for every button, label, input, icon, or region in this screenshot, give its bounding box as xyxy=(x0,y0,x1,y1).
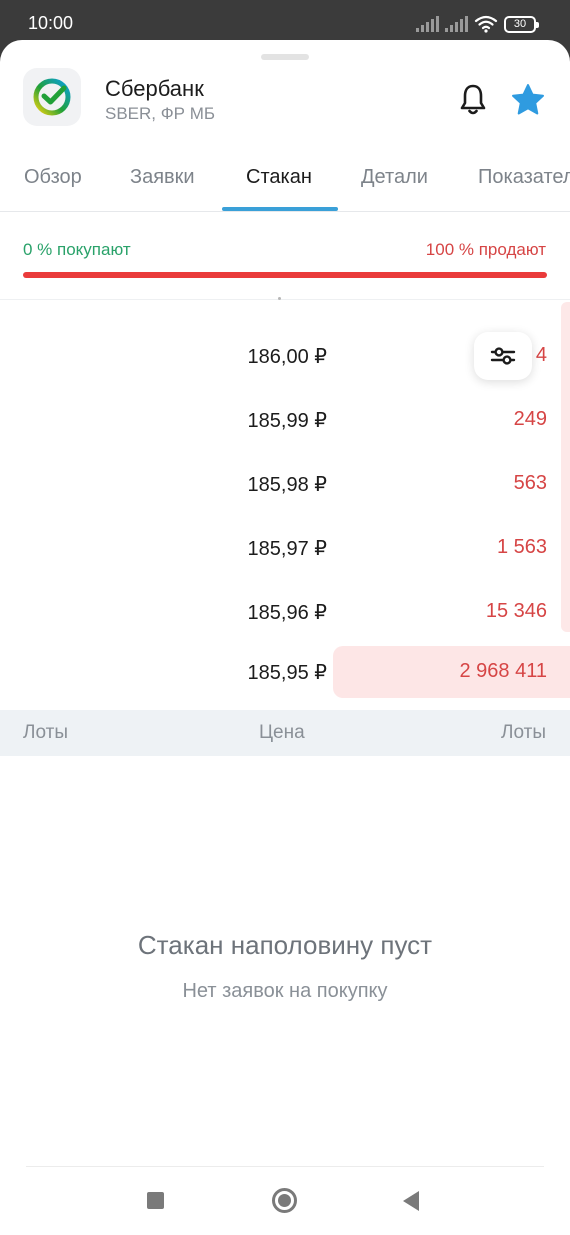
active-tab-indicator xyxy=(222,207,338,211)
home-button[interactable] xyxy=(272,1188,297,1213)
buy-sell-ratio: 0 % покупают 100 % продают xyxy=(0,212,570,300)
signal-icon xyxy=(416,16,439,32)
tab-overview[interactable]: Обзор xyxy=(24,166,82,189)
ask-price: 185,95 ₽ xyxy=(247,662,327,684)
ask-price: 185,96 ₽ xyxy=(247,602,327,624)
column-price: Цена xyxy=(259,722,305,743)
sheet-grabber[interactable] xyxy=(261,54,309,60)
bottom-sheet: Сбербанк SBER, ФР МБ Обзор Заявки Стакан… xyxy=(0,40,570,1235)
order-book-column-header: Лоты Цена Лоты xyxy=(0,710,570,756)
instrument-name: Сбербанк xyxy=(105,76,204,101)
status-icons: 30 xyxy=(416,14,539,34)
tab-order-book[interactable]: Стакан xyxy=(246,166,312,189)
recent-apps-button[interactable] xyxy=(147,1192,164,1209)
sber-logo-icon xyxy=(23,68,81,126)
column-bid-lots: Лоты xyxy=(23,722,68,743)
empty-state-title: Стакан наполовину пуст xyxy=(137,930,433,960)
sell-ratio-bar xyxy=(23,272,547,278)
ask-lots: 1 563 xyxy=(496,536,547,558)
battery-icon: 30 xyxy=(504,15,539,33)
ask-lots: 563 xyxy=(513,472,547,494)
ask-row[interactable]: 185,96 ₽ 15 346 xyxy=(0,586,570,638)
back-button[interactable] xyxy=(403,1191,419,1211)
tab-orders[interactable]: Заявки xyxy=(130,166,195,189)
ask-lots: 2 968 411 xyxy=(459,660,548,682)
ask-price: 185,98 ₽ xyxy=(247,474,327,496)
ask-price: 186,00 ₽ xyxy=(247,346,327,368)
column-ask-lots: Лоты xyxy=(501,722,546,743)
status-time: 10:00 xyxy=(28,13,74,33)
ask-row[interactable]: 185,95 ₽ 2 968 411 xyxy=(0,646,570,698)
ask-row[interactable]: 185,99 ₽ 249 xyxy=(0,394,570,446)
buy-percent-label: 0 % покупают xyxy=(23,240,131,259)
filter-button[interactable] xyxy=(474,332,532,380)
status-bar: 10:00 30 xyxy=(0,0,570,44)
ask-price: 185,97 ₽ xyxy=(247,538,327,560)
empty-state-subtitle: Нет заявок на покупку xyxy=(182,980,388,1002)
filter-icon xyxy=(490,347,516,365)
tab-details[interactable]: Детали xyxy=(361,166,428,189)
battery-level: 30 xyxy=(513,17,527,30)
order-book[interactable]: 186,00 ₽ 4 185,99 ₽ 249 185,98 ₽ 563 185… xyxy=(0,297,570,708)
ask-lots: 15 346 xyxy=(485,600,547,622)
instrument-ticker: SBER, ФР МБ xyxy=(105,104,216,123)
ask-row[interactable]: 185,97 ₽ 1 563 xyxy=(0,522,570,574)
ask-lots: 4 xyxy=(535,344,547,366)
star-icon[interactable] xyxy=(510,82,546,118)
sell-percent-label: 100 % продают xyxy=(425,240,546,259)
ask-price: 185,99 ₽ xyxy=(247,410,327,432)
tab-indicators[interactable]: Показател xyxy=(478,166,570,189)
wifi-icon xyxy=(474,15,498,33)
ask-lots: 249 xyxy=(513,408,547,430)
ask-row[interactable]: 185,98 ₽ 563 xyxy=(0,458,570,510)
signal-icon xyxy=(445,16,468,32)
bell-icon[interactable] xyxy=(457,82,489,118)
tab-bar: Обзор Заявки Стакан Детали Показател xyxy=(0,152,570,212)
scroll-dot xyxy=(278,297,281,300)
nav-divider xyxy=(26,1166,544,1167)
